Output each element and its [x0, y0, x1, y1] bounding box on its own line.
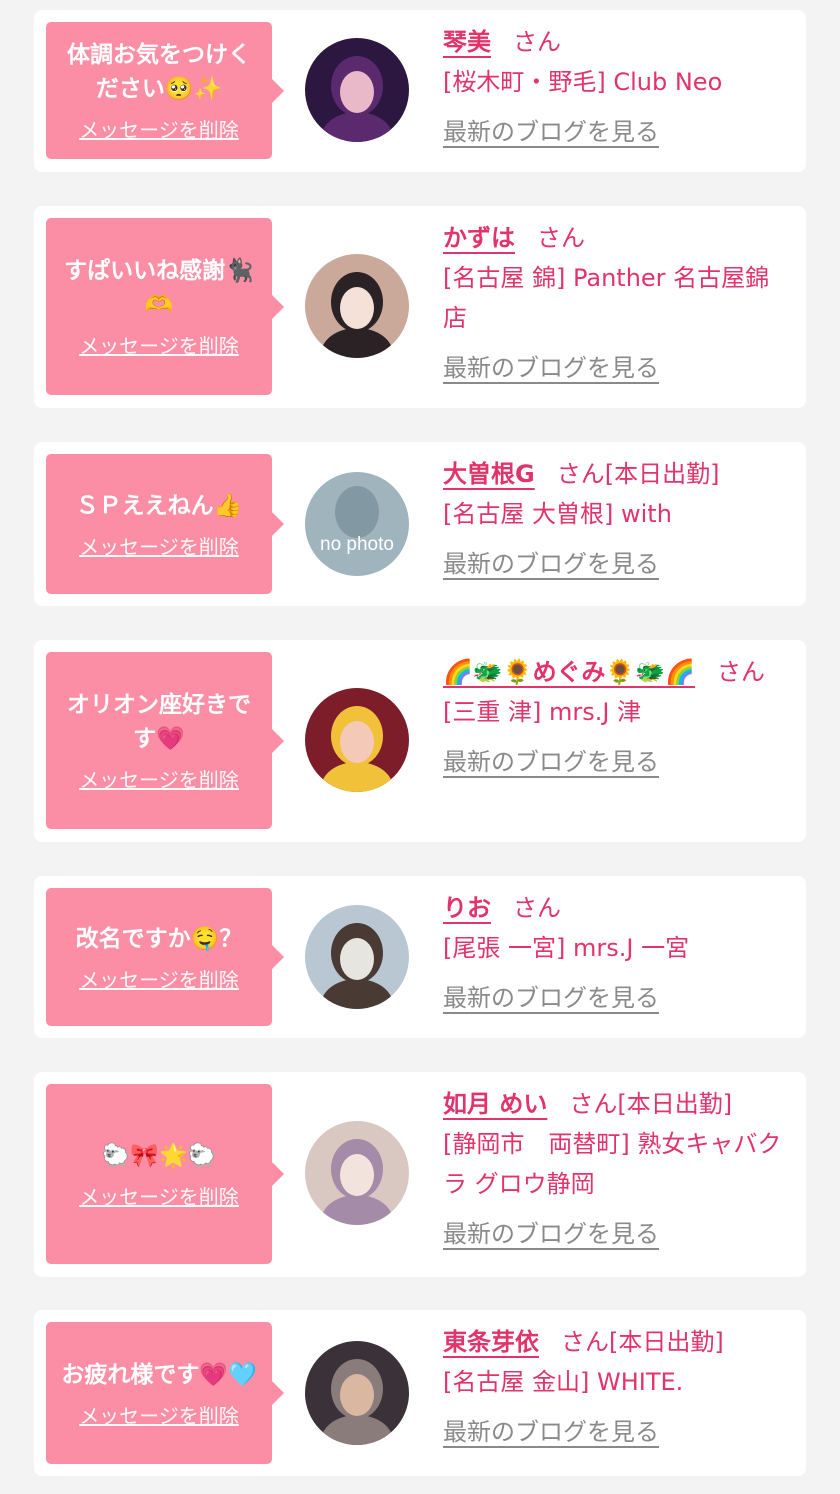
message-bubble: ＳＰええねん👍 メッセージを削除 [46, 454, 284, 594]
shop-info: [名古屋 錦] Panther 名古屋錦店 [443, 264, 770, 332]
latest-blog-link[interactable]: 最新のブログを見る [443, 112, 659, 152]
profile-info: りお さん [尾張 一宮] mrs.J 一宮最新のブログを見る [443, 888, 792, 1018]
message-text: お疲れ様です💗🩵 [61, 1361, 257, 1388]
delete-message-link[interactable]: メッセージを削除 [79, 531, 239, 560]
profile-info: 大曽根G さん[本日出勤] [名古屋 大曽根] with 最新のブログを見る [443, 454, 792, 584]
delete-message-link[interactable]: メッセージを削除 [79, 964, 239, 993]
message-text: 体調お気をつけください🥺✨ [67, 42, 251, 102]
delete-message-link[interactable]: メッセージを削除 [79, 764, 239, 793]
shop-info: [名古屋 金山] WHITE. [443, 1368, 684, 1396]
message-card: 🐑🎀🌟🐑 メッセージを削除 如月 めい さん[本日出勤] [静岡市 両替町] 熟女キャバ… [34, 1072, 806, 1277]
honorific-label: さん [717, 658, 766, 686]
avatar-image [305, 905, 409, 1009]
cast-name-link[interactable]: 🌈🐲🌻めぐみ🌻🐲🌈 [443, 658, 695, 686]
profile-info: 如月 めい さん[本日出勤] [静岡市 両替町] 熟女キャバクラ グロウ静岡最新のブ… [443, 1084, 792, 1254]
name-line: 如月 めい さん[本日出勤] [443, 1084, 792, 1124]
avatar-image [305, 38, 409, 142]
shop-info: [静岡市 両替町] 熟女キャバクラ グロウ静岡 [443, 1130, 782, 1198]
message-card: 改名ですか🤤？ メッセージを削除 りお さん [尾張 一宮] mrs.J 一宮最新のブロ… [34, 876, 806, 1038]
delete-message-link[interactable]: メッセージを削除 [79, 1181, 239, 1210]
message-card: ＳＰええねん👍 メッセージを削除 no photo 大曽根G さん[本日出勤] [名古屋 … [34, 442, 806, 606]
on-duty-badge: [本日出勤] [609, 1328, 724, 1356]
latest-blog-link[interactable]: 最新のブログを見る [443, 978, 659, 1018]
message-text: オリオン座好きです💗 [67, 692, 251, 752]
honorific-label: さん [561, 1328, 609, 1356]
profile-info: 🌈🐲🌻めぐみ🌻🐲🌈 さん [三重 津] mrs.J 津最新のブログを見る [443, 652, 792, 782]
cast-name-link[interactable]: 大曽根G [443, 460, 535, 488]
name-line: 🌈🐲🌻めぐみ🌻🐲🌈 さん [443, 652, 792, 692]
delete-message-link[interactable]: メッセージを削除 [79, 114, 239, 143]
profile-info: かずは さん [名古屋 錦] Panther 名古屋錦店最新のブログを見る [443, 218, 792, 388]
avatar-image [305, 688, 409, 792]
honorific-label: さん [513, 28, 561, 56]
delete-message-link[interactable]: メッセージを削除 [79, 330, 239, 359]
avatar-image [305, 1341, 409, 1445]
message-bubble: お疲れ様です💗🩵 メッセージを削除 [46, 1322, 284, 1464]
message-text: すぱいいね感謝🐈‍⬛🫶 [64, 258, 254, 318]
cast-name-link[interactable]: 如月 めい [443, 1090, 547, 1118]
avatar-image: no photo [305, 472, 409, 576]
cast-name-link[interactable]: りお [443, 894, 491, 922]
honorific-label: さん [537, 224, 585, 252]
latest-blog-link[interactable]: 最新のブログを見る [443, 1214, 659, 1254]
name-line: 琴美 さん [443, 22, 792, 62]
message-card: オリオン座好きです💗 メッセージを削除 🌈🐲🌻めぐみ🌻🐲🌈 さん [三重 津] mrs.… [34, 640, 806, 842]
message-bubble: すぱいいね感謝🐈‍⬛🫶 メッセージを削除 [46, 218, 284, 395]
message-text: ＳＰええねん👍 [75, 492, 243, 519]
latest-blog-link[interactable]: 最新のブログを見る [443, 1412, 659, 1452]
shop-info: [三重 津] mrs.J 津 [443, 698, 642, 726]
cast-name-link[interactable]: かずは [443, 224, 515, 252]
latest-blog-link[interactable]: 最新のブログを見る [443, 348, 659, 388]
avatar[interactable] [305, 1121, 409, 1225]
message-bubble: オリオン座好きです💗 メッセージを削除 [46, 652, 284, 829]
profile-info: 琴美 さん [桜木町・野毛] Club Neo 最新のブログを見る [443, 22, 792, 152]
name-line: 東条芽依 さん[本日出勤] [443, 1322, 792, 1362]
shop-info: [桜木町・野毛] Club Neo [443, 68, 723, 96]
avatar-image [305, 1121, 409, 1225]
avatar[interactable] [305, 254, 409, 358]
message-list: 体調お気をつけください🥺✨ メッセージを削除 琴美 さん [桜木町・野毛] Club N… [0, 0, 840, 1494]
honorific-label: さん [569, 1090, 618, 1118]
delete-message-link[interactable]: メッセージを削除 [79, 1400, 239, 1429]
shop-info: [名古屋 大曽根] with [443, 500, 672, 528]
avatar[interactable] [305, 38, 409, 142]
honorific-label: さん [513, 894, 561, 922]
avatar[interactable]: no photo [305, 472, 409, 576]
name-line: かずは さん [443, 218, 792, 258]
avatar[interactable] [305, 905, 409, 1009]
no-photo-label: no photo [320, 534, 394, 555]
honorific-label: さん [556, 460, 605, 488]
cast-name-link[interactable]: 東条芽依 [443, 1328, 539, 1356]
on-duty-badge: [本日出勤] [617, 1090, 733, 1118]
avatar[interactable] [305, 688, 409, 792]
latest-blog-link[interactable]: 最新のブログを見る [443, 742, 659, 782]
message-text: 🐑🎀🌟🐑 [101, 1142, 217, 1169]
avatar[interactable] [305, 1341, 409, 1445]
name-line: りお さん [443, 888, 792, 928]
name-line: 大曽根G さん[本日出勤] [443, 454, 792, 494]
message-bubble: 体調お気をつけください🥺✨ メッセージを削除 [46, 22, 284, 159]
message-card: 体調お気をつけください🥺✨ メッセージを削除 琴美 さん [桜木町・野毛] Club N… [34, 10, 806, 172]
message-text: 改名ですか🤤？ [75, 925, 243, 952]
shop-info: [尾張 一宮] mrs.J 一宮 [443, 934, 690, 962]
message-bubble: 改名ですか🤤？ メッセージを削除 [46, 888, 284, 1026]
message-bubble: 🐑🎀🌟🐑 メッセージを削除 [46, 1084, 284, 1264]
message-card: お疲れ様です💗🩵 メッセージを削除 東条芽依 さん[本日出勤] [名古屋 金山] WHI… [34, 1310, 806, 1476]
on-duty-badge: [本日出勤] [604, 460, 720, 488]
latest-blog-link[interactable]: 最新のブログを見る [443, 544, 659, 584]
cast-name-link[interactable]: 琴美 [443, 28, 491, 56]
message-card: すぱいいね感謝🐈‍⬛🫶 メッセージを削除 かずは さん [名古屋 錦] Panther … [34, 206, 806, 408]
avatar-image [305, 254, 409, 358]
profile-info: 東条芽依 さん[本日出勤] [名古屋 金山] WHITE. 最新のブログを見る [443, 1322, 792, 1452]
